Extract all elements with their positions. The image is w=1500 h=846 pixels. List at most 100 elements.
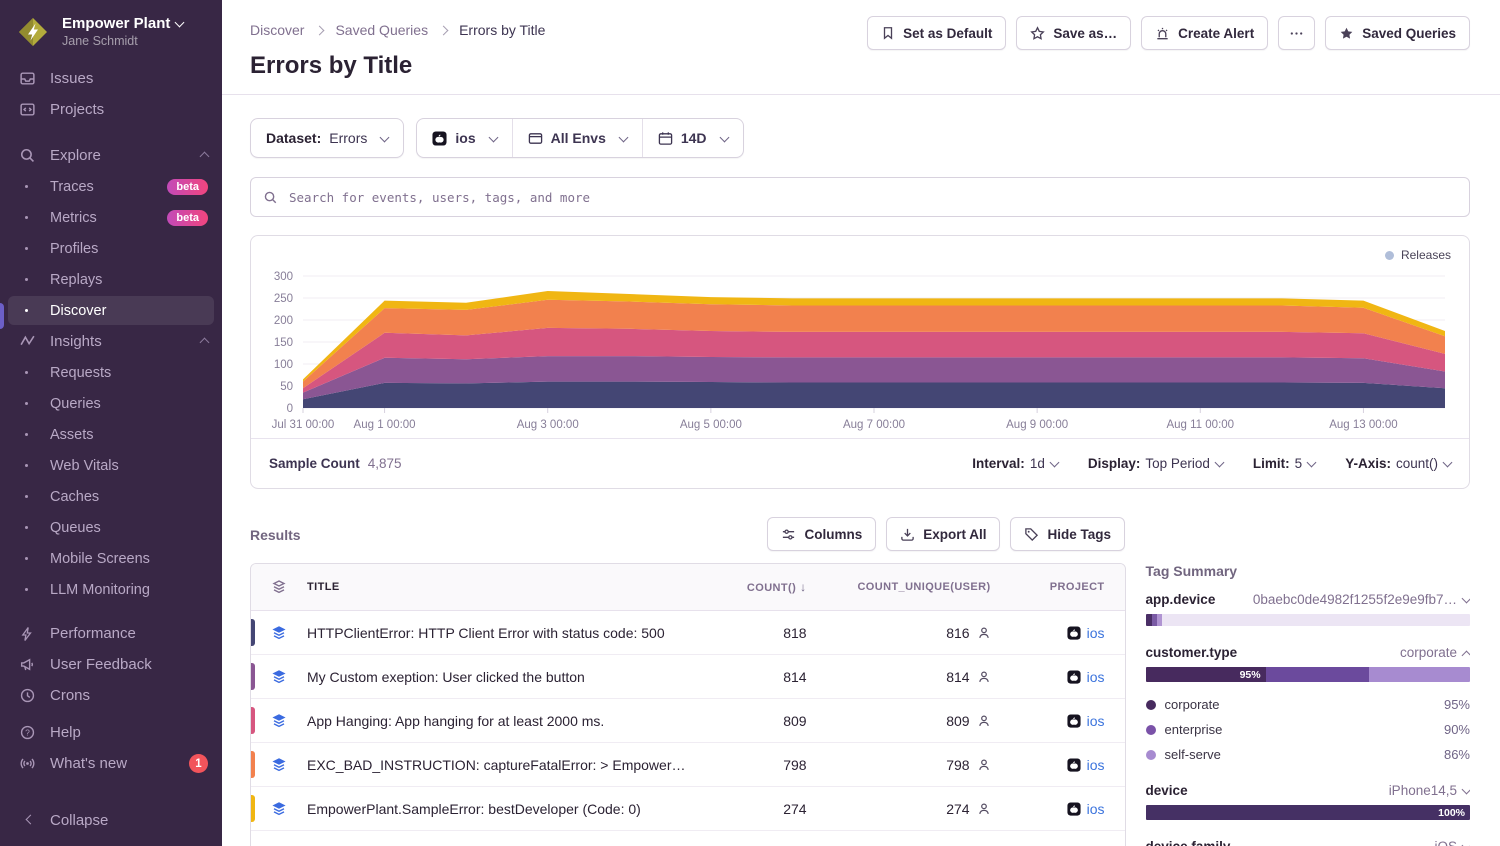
error-title[interactable]: My Custom exeption: User clicked the but… bbox=[307, 669, 702, 685]
column-header-count[interactable]: COUNT()↓ bbox=[702, 580, 821, 594]
sidebar-nav: Issues Projects Explore Traces beta bbox=[0, 63, 222, 779]
layers-icon[interactable] bbox=[251, 669, 307, 685]
user-icon bbox=[977, 670, 991, 684]
ellipsis-icon bbox=[1289, 26, 1304, 41]
column-header-count-unique[interactable]: COUNT_UNIQUE(USER) bbox=[821, 581, 1005, 593]
tag-distribution-bar: 95% bbox=[1146, 667, 1470, 682]
chevron-right-icon bbox=[315, 26, 325, 36]
interval-dropdown[interactable]: Interval:1d bbox=[972, 456, 1058, 471]
column-header-project[interactable]: PROJECT bbox=[1005, 581, 1125, 593]
chevron-up-icon bbox=[1462, 651, 1470, 660]
sidebar-item-issues[interactable]: Issues bbox=[0, 63, 222, 94]
svg-text:100: 100 bbox=[274, 359, 293, 371]
column-header-title[interactable]: TITLE bbox=[307, 581, 702, 593]
releases-legend[interactable]: Releases bbox=[1385, 248, 1451, 262]
breadcrumb-saved-queries[interactable]: Saved Queries bbox=[335, 22, 428, 38]
saved-queries-button[interactable]: Saved Queries bbox=[1325, 16, 1470, 50]
sidebar-item-crons[interactable]: Crons bbox=[0, 680, 222, 711]
tag-section-header[interactable]: device.family iOS bbox=[1146, 839, 1470, 846]
sidebar-item-discover[interactable]: Discover bbox=[0, 295, 222, 326]
sidebar-item-help[interactable]: ? Help bbox=[0, 717, 222, 748]
table-row[interactable]: HTTPClientError: HTTP Client Error with … bbox=[251, 611, 1125, 654]
chevron-down-icon bbox=[488, 132, 498, 142]
export-all-button[interactable]: Export All bbox=[886, 517, 1000, 551]
table-row[interactable]: EXC_BAD_INSTRUCTION: captureFatalError: … bbox=[251, 742, 1125, 786]
sidebar-item-queues[interactable]: Queues bbox=[0, 512, 222, 543]
lightning-icon bbox=[18, 626, 36, 642]
series-color-bar bbox=[251, 707, 255, 734]
hide-tags-button[interactable]: Hide Tags bbox=[1010, 517, 1125, 551]
layers-icon[interactable] bbox=[251, 757, 307, 773]
create-alert-button[interactable]: Create Alert bbox=[1141, 16, 1268, 50]
sidebar-item-user-feedback[interactable]: User Feedback bbox=[0, 649, 222, 680]
columns-button[interactable]: Columns bbox=[767, 517, 876, 551]
empower-plant-logo bbox=[16, 15, 50, 49]
tag-distribution-bar bbox=[1146, 614, 1470, 626]
chevron-down-icon bbox=[1462, 841, 1470, 846]
series-color-bar bbox=[251, 619, 255, 646]
error-title[interactable]: App Hanging: App hanging for at least 20… bbox=[307, 713, 702, 729]
tag-section-header[interactable]: app.device 0baebc0de4982f1255f2e9e9fb7… bbox=[1146, 592, 1470, 607]
bullet-icon bbox=[25, 526, 28, 529]
project-link[interactable]: ios bbox=[1087, 625, 1105, 641]
sidebar-item-llm-monitoring[interactable]: LLM Monitoring bbox=[0, 574, 222, 605]
layers-icon[interactable] bbox=[251, 625, 307, 641]
sidebar-item-web-vitals[interactable]: Web Vitals bbox=[0, 450, 222, 481]
table-row[interactable]: EmpowerPlant.SampleError: happyCustomer … bbox=[251, 830, 1125, 846]
sidebar-collapse-button[interactable]: Collapse bbox=[0, 805, 222, 836]
org-switcher[interactable]: Empower Plant Jane Schmidt bbox=[0, 0, 222, 59]
org-name: Empower Plant bbox=[62, 15, 183, 34]
more-actions-button[interactable] bbox=[1278, 16, 1315, 50]
sidebar-item-metrics[interactable]: Metrics beta bbox=[0, 202, 222, 233]
sidebar-item-projects[interactable]: Projects bbox=[0, 94, 222, 125]
sidebar-item-mobile-screens[interactable]: Mobile Screens bbox=[0, 543, 222, 574]
table-row[interactable]: My Custom exeption: User clicked the but… bbox=[251, 654, 1125, 698]
dataset-selector[interactable]: Dataset: Errors bbox=[250, 118, 404, 158]
project-link[interactable]: ios bbox=[1087, 669, 1105, 685]
sidebar-item-requests[interactable]: Requests bbox=[0, 357, 222, 388]
set-as-default-button[interactable]: Set as Default bbox=[867, 16, 1006, 50]
save-as-button[interactable]: Save as… bbox=[1016, 16, 1131, 50]
date-range-filter[interactable]: 14D bbox=[642, 119, 743, 157]
tag-section-header[interactable]: customer.type corporate bbox=[1146, 645, 1470, 660]
project-link[interactable]: ios bbox=[1087, 801, 1105, 817]
project-link[interactable]: ios bbox=[1087, 757, 1105, 773]
sidebar-item-caches[interactable]: Caches bbox=[0, 481, 222, 512]
y-axis-dropdown[interactable]: Y-Axis:count() bbox=[1345, 456, 1451, 471]
svg-text:300: 300 bbox=[274, 271, 293, 283]
limit-dropdown[interactable]: Limit:5 bbox=[1253, 456, 1315, 471]
sidebar-group-insights[interactable]: Insights bbox=[0, 326, 222, 357]
chevron-down-icon bbox=[1462, 785, 1470, 795]
sidebar-item-whats-new[interactable]: What's new 1 bbox=[0, 748, 222, 779]
sidebar-item-profiles[interactable]: Profiles bbox=[0, 233, 222, 264]
table-row[interactable]: EmpowerPlant.SampleError: bestDeveloper … bbox=[251, 786, 1125, 830]
project-link[interactable]: ios bbox=[1087, 713, 1105, 729]
sidebar-group-explore[interactable]: Explore bbox=[0, 140, 222, 171]
insights-icon bbox=[18, 333, 36, 350]
display-dropdown[interactable]: Display:Top Period bbox=[1088, 456, 1223, 471]
sidebar-item-assets[interactable]: Assets bbox=[0, 419, 222, 450]
page-header: Discover Saved Queries Errors by Title E… bbox=[222, 0, 1500, 95]
sidebar-item-replays[interactable]: Replays bbox=[0, 264, 222, 295]
series-color-bar bbox=[251, 663, 255, 690]
bullet-icon bbox=[25, 464, 28, 467]
bullet-icon bbox=[25, 278, 28, 281]
bullet-icon bbox=[25, 371, 28, 374]
clock-icon bbox=[18, 687, 36, 704]
table-row[interactable]: App Hanging: App hanging for at least 20… bbox=[251, 698, 1125, 742]
error-title[interactable]: HTTPClientError: HTTP Client Error with … bbox=[307, 625, 702, 641]
breadcrumb-discover[interactable]: Discover bbox=[250, 22, 304, 38]
tag-breakdown: corporate 95% enterprise 90% self-serve bbox=[1146, 692, 1470, 767]
layers-icon[interactable] bbox=[251, 801, 307, 817]
sidebar-item-queries[interactable]: Queries bbox=[0, 388, 222, 419]
search-input[interactable] bbox=[287, 189, 1457, 206]
sidebar-item-performance[interactable]: Performance bbox=[0, 618, 222, 649]
layers-icon[interactable] bbox=[251, 713, 307, 729]
sidebar-item-traces[interactable]: Traces beta bbox=[0, 171, 222, 202]
tag-section-header[interactable]: device iPhone14,5 bbox=[1146, 783, 1470, 798]
apple-icon bbox=[1067, 802, 1081, 816]
error-title[interactable]: EmpowerPlant.SampleError: bestDeveloper … bbox=[307, 801, 702, 817]
project-filter[interactable]: ios bbox=[417, 119, 511, 157]
environment-filter[interactable]: All Envs bbox=[512, 119, 642, 157]
error-title[interactable]: EXC_BAD_INSTRUCTION: captureFatalError: … bbox=[307, 757, 702, 773]
